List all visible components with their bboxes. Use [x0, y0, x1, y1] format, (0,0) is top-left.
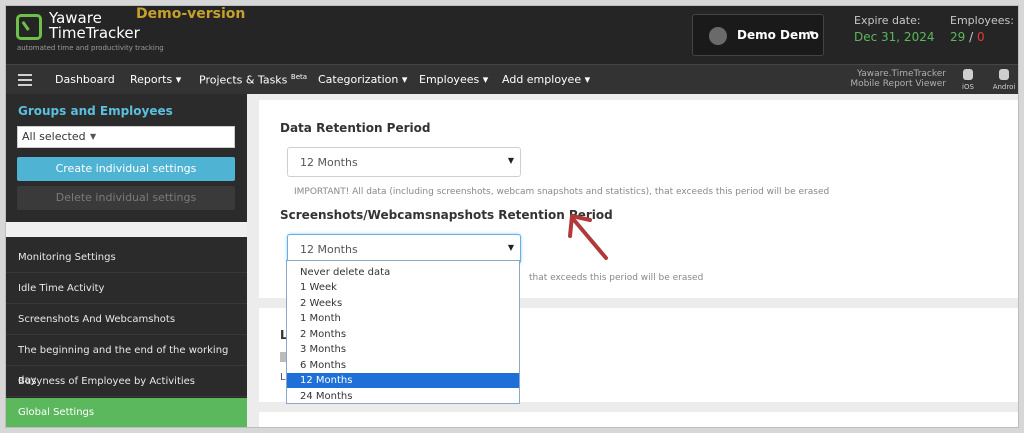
- main-nav: Dashboard Reports ▾ Projects & Tasks Bet…: [6, 64, 1018, 95]
- sidebar-item-screenshots[interactable]: Screenshots And Webcamshots: [6, 305, 247, 335]
- sidebar-item-monitoring-settings[interactable]: Monitoring Settings: [6, 243, 247, 273]
- mobile-viewer-label: Yaware.TimeTracker Mobile Report Viewer: [850, 69, 946, 89]
- employees-sep: /: [969, 30, 974, 44]
- chevron-down-icon: ▾: [401, 73, 408, 86]
- chevron-down-icon: ▼: [90, 132, 97, 141]
- employees-label: Employees:: [950, 14, 1014, 27]
- logo-clock-icon[interactable]: [16, 14, 42, 40]
- android-label: Androi: [992, 83, 1016, 91]
- dropdown-option[interactable]: 3 Months: [287, 342, 519, 357]
- chevron-down-icon: ▼: [507, 156, 514, 165]
- apple-icon: [963, 69, 973, 80]
- beta-badge: Beta: [290, 73, 308, 81]
- sidebar-item-working-day[interactable]: The beginning and the end of the working…: [6, 336, 247, 386]
- sidebar-item-busyness[interactable]: Busyness of Employee by Activities: [6, 367, 247, 397]
- dropdown-option[interactable]: 6 Months: [287, 358, 519, 373]
- nav-employees[interactable]: Employees ▾: [419, 73, 488, 86]
- logo-tagline: automated time and productivity tracking: [17, 44, 164, 52]
- menu-icon[interactable]: [18, 74, 32, 86]
- logo-text-line2[interactable]: TimeTracker: [49, 25, 140, 41]
- setting-label-partial: L: [280, 372, 286, 383]
- dropdown-option-selected[interactable]: 12 Months: [287, 373, 519, 388]
- employees-count: 29 / 0: [950, 30, 985, 44]
- chevron-down-icon: ▾: [809, 29, 814, 39]
- screenshot-retention-value: 12 Months: [300, 243, 358, 256]
- create-individual-settings-button[interactable]: Create individual settings: [17, 157, 235, 181]
- sidebar-divider: [6, 222, 247, 237]
- chevron-down-icon: ▾: [482, 73, 489, 86]
- employee-group-selector[interactable]: All selected ▼: [17, 126, 235, 148]
- groups-employees-title: Groups and Employees: [18, 104, 173, 118]
- expire-label: Expire date:: [854, 14, 921, 27]
- nav-add-employee[interactable]: Add employee ▾: [502, 73, 590, 86]
- user-name: Demo Demo: [737, 28, 819, 42]
- screenshot-retention-note: that exceeds this period will be erased: [529, 273, 704, 283]
- retention-dropdown-list[interactable]: Never delete data 1 Week 2 Weeks 1 Month…: [286, 260, 520, 404]
- dropdown-option[interactable]: 1 Month: [287, 311, 519, 326]
- third-settings-panel: [259, 412, 1018, 427]
- ios-label: iOS: [962, 83, 974, 91]
- sidebar-item-idle-time[interactable]: Idle Time Activity: [6, 274, 247, 304]
- selector-value: All selected: [22, 130, 86, 143]
- nav-dashboard[interactable]: Dashboard: [55, 73, 115, 86]
- chevron-down-icon: ▾: [175, 73, 182, 86]
- ios-link[interactable]: iOS: [954, 65, 982, 95]
- nav-reports[interactable]: Reports ▾: [130, 73, 181, 86]
- demo-version-label: Demo-version: [136, 6, 246, 22]
- dropdown-option[interactable]: Never delete data: [287, 265, 519, 280]
- sidebar: Groups and Employees All selected ▼ Crea…: [6, 94, 247, 427]
- dropdown-option[interactable]: 1 Week: [287, 280, 519, 295]
- chevron-down-icon: ▼: [507, 243, 514, 252]
- android-link[interactable]: Androi: [990, 65, 1018, 95]
- employees-current: 29: [950, 30, 966, 44]
- dropdown-option[interactable]: 24 Months: [287, 389, 519, 404]
- annotation-arrow-icon: [568, 214, 608, 260]
- nav-projects-tasks[interactable]: Projects & Tasks Beta: [199, 73, 307, 87]
- top-header: Yaware TimeTracker automated time and pr…: [6, 6, 1018, 64]
- user-menu-button[interactable]: Demo Demo ▾: [692, 14, 824, 56]
- dropdown-option[interactable]: 2 Weeks: [287, 296, 519, 311]
- sidebar-item-global-settings[interactable]: Global Settings: [6, 398, 247, 427]
- data-retention-select[interactable]: 12 Months ▼: [287, 147, 521, 177]
- delete-individual-settings-button[interactable]: Delete individual settings: [17, 186, 235, 210]
- expire-date: Dec 31, 2024: [854, 30, 935, 44]
- dropdown-option[interactable]: 2 Months: [287, 327, 519, 342]
- data-retention-value: 12 Months: [300, 156, 358, 169]
- employees-limit: 0: [976, 30, 985, 44]
- screenshot-retention-title: Screenshots/Webcamsnapshots Retention Pe…: [280, 208, 613, 222]
- avatar-icon: [709, 27, 727, 45]
- chevron-down-icon: ▾: [584, 73, 591, 86]
- data-retention-note: IMPORTANT! All data (including screensho…: [294, 187, 830, 197]
- data-retention-title: Data Retention Period: [280, 121, 431, 135]
- app-window: Yaware TimeTracker automated time and pr…: [5, 5, 1019, 428]
- nav-categorization[interactable]: Categorization ▾: [318, 73, 407, 86]
- android-icon: [999, 69, 1009, 80]
